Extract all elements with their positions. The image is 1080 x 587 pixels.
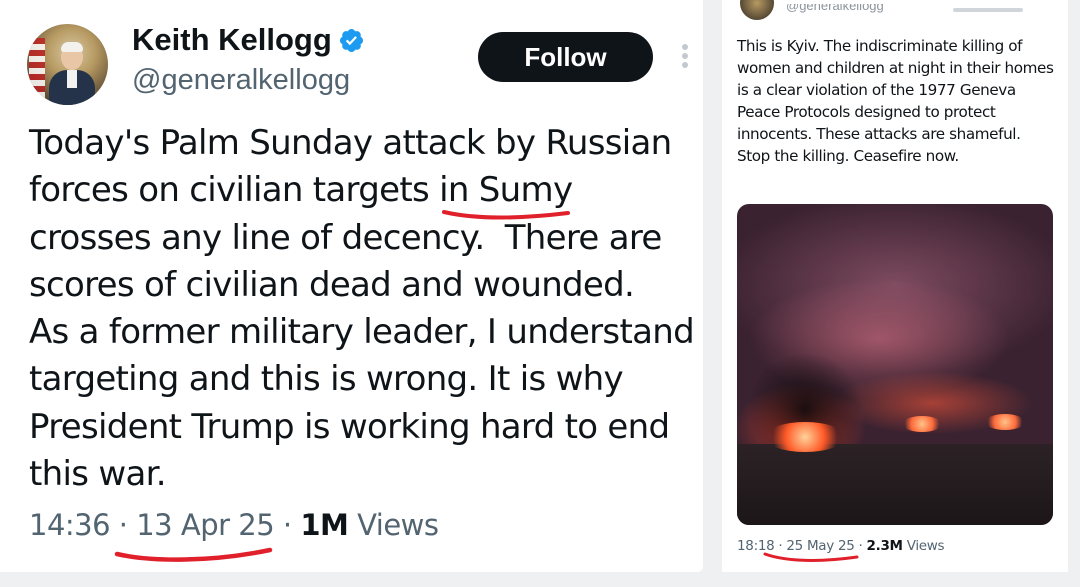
more-options-icon[interactable] [680,44,690,72]
tweet-meta: 18:18 · 25 May 25 · 2.3M Views [737,538,945,554]
left-tweet-card: Keith Kellogg @generalkellogg Follow Tod… [0,0,703,572]
tweet-image-kyiv-fire[interactable] [737,204,1053,525]
right-tweet-card: @generalkellogg This is Kyiv. The indisc… [722,0,1068,572]
tweet-text: This is Kyiv. The indiscriminate killing… [737,37,1054,165]
follow-button[interactable]: Follow [478,32,653,82]
views-label: Views [357,508,439,542]
views-label: Views [906,538,945,554]
tweet-time[interactable]: 14:36 [29,508,111,542]
tweet-time[interactable]: 18:18 [737,538,775,554]
avatar[interactable] [740,0,774,20]
flag-image [29,38,45,98]
views-count: 2.3M [866,538,903,554]
tweet-meta: 14:36 · 13 Apr 25 · 1M Views [29,508,439,542]
views-count: 1M [300,508,349,542]
avatar[interactable] [27,24,108,105]
user-handle[interactable]: @generalkellogg [132,64,350,97]
verified-badge-icon [339,28,363,53]
tweet-date[interactable]: 13 Apr 25 [136,508,274,542]
tweet-text: Today's Palm Sunday attack by Russian fo… [29,123,695,495]
tweet-date[interactable]: 25 May 25 [786,538,854,554]
display-name[interactable]: Keith Kellogg [132,22,365,58]
cropped-button [953,8,1023,12]
user-handle[interactable]: @generalkellogg [786,4,884,20]
